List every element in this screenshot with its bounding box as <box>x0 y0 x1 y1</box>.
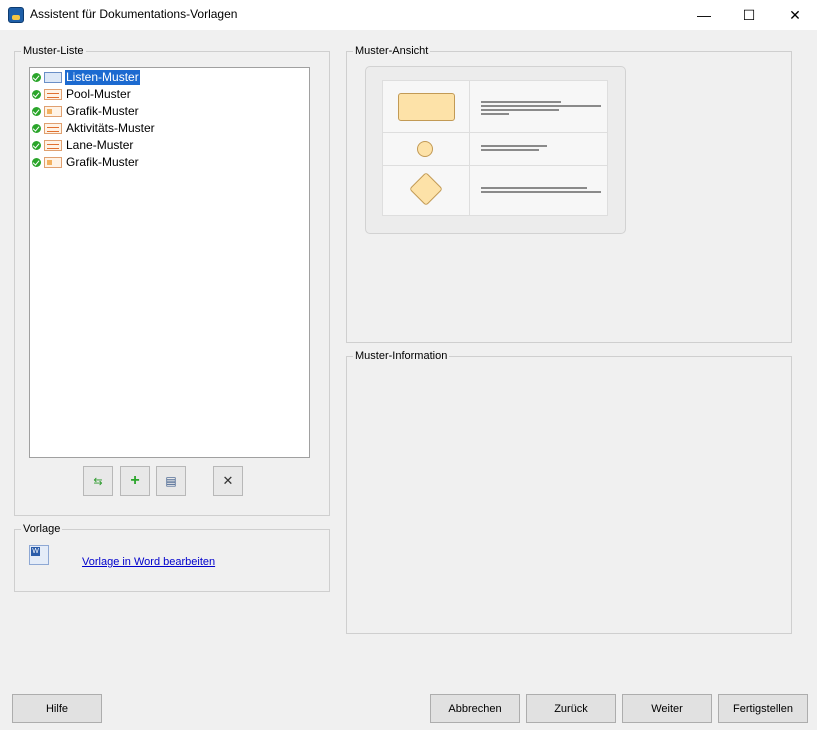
app-icon <box>8 7 24 23</box>
check-icon <box>32 141 41 150</box>
event-shape-icon <box>417 141 433 157</box>
tree-item-aktivitaets-muster[interactable]: Aktivitäts-Muster <box>32 120 156 137</box>
tree-item-grafik-muster[interactable]: Grafik-Muster <box>32 103 140 120</box>
preview-text-line <box>481 187 587 189</box>
window-title: Assistent für Dokumentations-Vorlagen <box>30 7 238 21</box>
muster-liste-label: Muster-Liste <box>21 45 86 57</box>
maximize-button[interactable]: ☐ <box>726 0 772 30</box>
tree-item-label: Pool-Muster <box>66 87 131 101</box>
preview-text-line <box>481 149 539 151</box>
preview-text-line <box>481 191 601 193</box>
activity-pattern-icon <box>44 123 62 134</box>
check-icon <box>32 73 41 82</box>
finish-button[interactable]: Fertigstellen <box>718 694 808 723</box>
activity-shape-icon <box>398 93 455 121</box>
graphic-pattern-icon <box>44 106 62 117</box>
tree-item-label: Lane-Muster <box>66 138 134 152</box>
preview-text-line <box>481 105 601 107</box>
muster-information-group: Muster-Information <box>346 350 792 634</box>
add-button[interactable]: + <box>120 466 150 496</box>
pattern-preview-table <box>382 80 608 216</box>
help-button[interactable]: Hilfe <box>12 694 102 723</box>
back-button[interactable]: Zurück <box>526 694 616 723</box>
edit-button[interactable]: ▤ <box>156 466 186 496</box>
tree-item-listen-muster[interactable]: Listen-Muster <box>32 69 140 86</box>
check-icon <box>32 107 41 116</box>
word-document-icon <box>29 545 49 565</box>
list-pattern-icon <box>44 72 62 83</box>
preview-text-line <box>481 109 559 111</box>
preview-text-line <box>481 145 547 147</box>
refresh-button[interactable]: ⇆ <box>83 466 113 496</box>
check-icon <box>32 90 41 99</box>
title-bar: Assistent für Dokumentations-Vorlagen — … <box>0 0 817 30</box>
pool-pattern-icon <box>44 89 62 100</box>
tree-item-label: Aktivitäts-Muster <box>66 121 155 135</box>
minimize-button[interactable]: — <box>681 0 727 30</box>
preview-row <box>383 81 607 133</box>
graphic-pattern-icon <box>44 157 62 168</box>
vorlage-label: Vorlage <box>21 523 63 535</box>
pattern-tree[interactable]: Listen-Muster Pool-Muster Grafik-Muster … <box>29 67 310 458</box>
muster-information-label: Muster-Information <box>353 350 450 362</box>
tree-item-grafik-muster-2[interactable]: Grafik-Muster <box>32 154 140 171</box>
cancel-button[interactable]: Abbrechen <box>430 694 520 723</box>
check-icon <box>32 124 41 133</box>
preview-text-line <box>481 101 561 103</box>
tree-item-label: Listen-Muster <box>65 70 140 85</box>
tree-item-lane-muster[interactable]: Lane-Muster <box>32 137 134 154</box>
check-icon <box>32 158 41 167</box>
close-button[interactable]: ✕ <box>772 0 817 30</box>
tree-item-pool-muster[interactable]: Pool-Muster <box>32 86 132 103</box>
delete-button[interactable]: ✕ <box>213 466 243 496</box>
tree-item-label: Grafik-Muster <box>66 104 139 118</box>
next-button[interactable]: Weiter <box>622 694 712 723</box>
tree-item-label: Grafik-Muster <box>66 155 139 169</box>
lane-pattern-icon <box>44 140 62 151</box>
preview-text-line <box>481 113 509 115</box>
edit-template-in-word-link[interactable]: Vorlage in Word bearbeiten <box>82 556 215 568</box>
muster-ansicht-label: Muster-Ansicht <box>353 45 431 57</box>
